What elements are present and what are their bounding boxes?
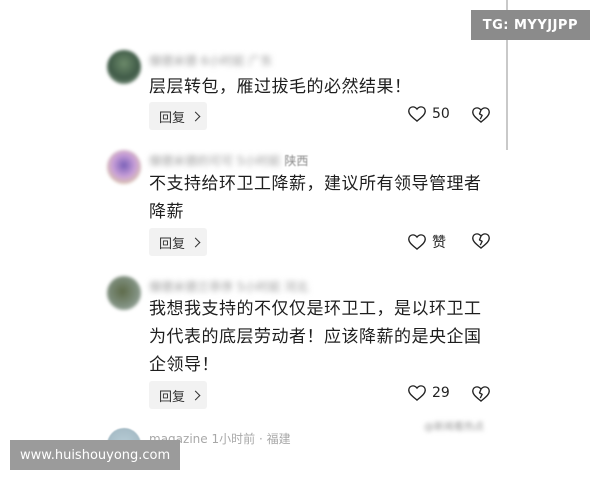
source-watermark: @新闻看热点 (424, 418, 484, 433)
like-button[interactable]: 50 (408, 106, 450, 122)
heart-icon (408, 385, 426, 401)
comment-meta: 傑德米德兰亭序 5小时前 河北 (149, 278, 308, 295)
author-name[interactable]: 傑德米德兰亭序 (149, 280, 233, 294)
comment-line: 层层转包，雁过拔毛的必然结果！ (149, 77, 412, 97)
comment-text: 我想我支持的不仅仅是环卫工，是以环卫工 为代表的底层劳动者！应该降薪的是央企国 … (149, 295, 509, 379)
comment-location: 福建 (266, 432, 291, 446)
author-name[interactable]: 傑德米德的可可 (149, 154, 233, 168)
like-count: 29 (432, 385, 450, 401)
comment-location: 河北 (284, 280, 309, 294)
comment-line: 企领导！ (149, 355, 219, 375)
comment-text: 层层转包，雁过拔毛的必然结果！ (149, 73, 509, 101)
heart-icon (408, 106, 426, 122)
comment-text: 不支持给环卫工降薪，建议所有领导管理者 降薪 (149, 170, 509, 226)
comment-time: 1小时前 (211, 432, 256, 446)
comment-line: 为代表的底层劳动者！应该降薪的是央企国 (149, 327, 482, 347)
avatar[interactable] (107, 150, 141, 184)
author-name[interactable]: 傑德米德 (149, 54, 197, 68)
reply-label: 回复 (159, 236, 186, 252)
reply-button[interactable]: 回复 (149, 102, 208, 130)
site-watermark: www.huishouyong.com (10, 440, 181, 470)
reply-button[interactable]: 回复 (149, 381, 208, 409)
comment-line: 降薪 (149, 202, 184, 222)
broken-heart-icon[interactable] (472, 233, 490, 249)
comment-meta: 傑德米德的可可 5小时前 陕西 (149, 152, 308, 169)
comment-location: 广东 (248, 54, 273, 68)
broken-heart-icon[interactable] (472, 107, 490, 123)
comment-line: 我想我支持的不仅仅是环卫工，是以环卫工 (149, 299, 482, 319)
broken-heart-icon[interactable] (472, 386, 490, 402)
heart-icon (408, 234, 426, 250)
comment-location: 陕西 (284, 154, 309, 168)
chevron-right-icon (190, 390, 201, 400)
comment-time: 5小时前 (236, 280, 281, 294)
source-label: @新闻看热点 (424, 422, 484, 433)
comment-time: 6小时前 (200, 54, 245, 68)
reply-button[interactable]: 回复 (149, 228, 208, 256)
comment-meta: 傑德米德 6小时前 广东 (149, 52, 272, 69)
like-count: 50 (432, 106, 450, 122)
reply-label: 回复 (159, 110, 186, 126)
comment-line: 不支持给环卫工降薪，建议所有领导管理者 (149, 174, 482, 194)
avatar[interactable] (107, 276, 141, 310)
reply-label: 回复 (159, 389, 186, 405)
chevron-right-icon (190, 111, 201, 121)
comment-time: 5小时前 (236, 154, 281, 168)
tg-watermark: TG: MYYJJPP (470, 10, 590, 40)
chevron-right-icon (190, 237, 201, 247)
like-label: 赞 (432, 235, 446, 251)
avatar[interactable] (107, 50, 141, 84)
like-button[interactable]: 29 (408, 385, 450, 401)
like-button[interactable]: 赞 (408, 232, 446, 252)
